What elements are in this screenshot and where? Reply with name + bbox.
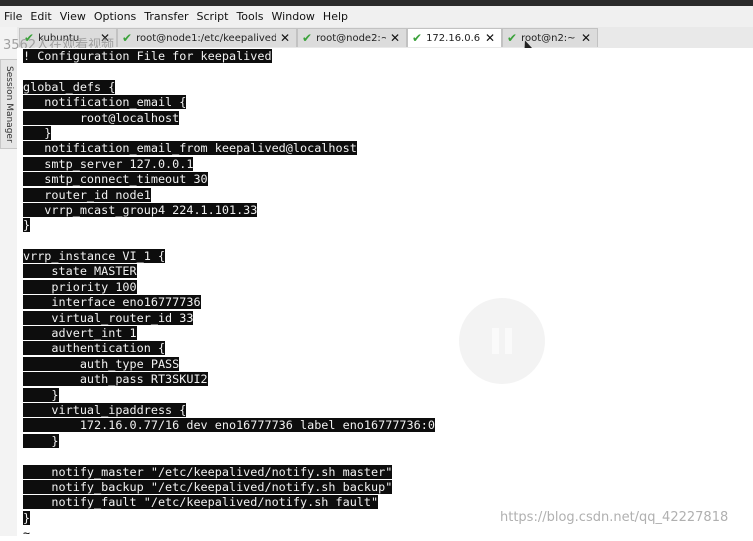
terminal-line: ! Configuration File for keepalived bbox=[23, 49, 272, 63]
terminal-line: advert_int 1 bbox=[23, 326, 137, 340]
terminal-line: router_id node1 bbox=[23, 188, 151, 202]
close-icon[interactable]: ✕ bbox=[390, 31, 400, 45]
terminal-line: state MASTER bbox=[23, 264, 137, 278]
terminal-line: auth_pass RT3SKUI2 bbox=[23, 372, 208, 386]
terminal-line: 172.16.0.77/16 dev eno16777736 label eno… bbox=[23, 418, 435, 432]
terminal-line: notify_backup "/etc/keepalived/notify.sh… bbox=[23, 480, 393, 494]
terminal-pane[interactable]: ! Configuration File for keepalived glob… bbox=[17, 48, 753, 540]
tab-label: 172.16.0.6 bbox=[426, 32, 481, 44]
menu-file[interactable]: File bbox=[0, 10, 26, 23]
menu-tools[interactable]: Tools bbox=[232, 10, 267, 23]
terminal-line: } bbox=[23, 388, 59, 402]
connected-check-icon: ✔ bbox=[302, 31, 313, 45]
connected-check-icon: ✔ bbox=[507, 31, 518, 45]
connected-check-icon: ✔ bbox=[122, 31, 133, 45]
menu-script[interactable]: Script bbox=[193, 10, 233, 23]
tab-node1[interactable]: ✔ root@node1:/etc/keepalived ✕ bbox=[117, 28, 297, 47]
session-manager-tab[interactable]: Session Manager bbox=[0, 59, 18, 149]
connected-check-icon: ✔ bbox=[412, 31, 423, 45]
terminal-line: authentication { bbox=[23, 341, 166, 355]
blog-url-watermark: https://blog.csdn.net/qq_42227818 bbox=[500, 510, 729, 525]
session-tab-bar: ✔ kubuntu ✕ ✔ root@node1:/etc/keepalived… bbox=[17, 27, 753, 49]
terminal-line: } bbox=[23, 126, 52, 140]
terminal-line: smtp_connect_timeout 30 bbox=[23, 172, 208, 186]
session-manager-label: Session Manager bbox=[4, 65, 14, 143]
terminal-line: vrrp_instance VI_1 { bbox=[23, 249, 166, 263]
terminal-line: auth_type PASS bbox=[23, 357, 180, 371]
terminal-line: notify_master "/etc/keepalived/notify.sh… bbox=[23, 465, 393, 479]
connected-check-icon: ✔ bbox=[24, 31, 35, 45]
menu-help[interactable]: Help bbox=[319, 10, 352, 23]
tab-label: kubuntu bbox=[38, 32, 80, 44]
menu-view[interactable]: View bbox=[56, 10, 90, 23]
terminal-line: notification_email_from keepalived@local… bbox=[23, 141, 357, 155]
terminal-line: interface eno16777736 bbox=[23, 295, 201, 309]
terminal-line: priority 100 bbox=[23, 280, 137, 294]
tab-kubuntu[interactable]: ✔ kubuntu ✕ bbox=[19, 28, 117, 47]
close-icon[interactable]: ✕ bbox=[100, 31, 110, 45]
tab-172-16-0-6[interactable]: ✔ 172.16.0.6 ✕ bbox=[407, 28, 502, 47]
terminal-line: } bbox=[23, 511, 31, 525]
close-icon[interactable]: ✕ bbox=[581, 31, 591, 45]
terminal-line: virtual_router_id 33 bbox=[23, 311, 194, 325]
terminal-line: vrrp_mcast_group4 224.1.101.33 bbox=[23, 203, 258, 217]
terminal-line: } bbox=[23, 434, 59, 448]
menu-options[interactable]: Options bbox=[90, 10, 140, 23]
terminal-line: notification_email { bbox=[23, 95, 187, 109]
video-pause-overlay-icon[interactable] bbox=[459, 298, 545, 384]
menu-edit[interactable]: Edit bbox=[26, 10, 55, 23]
terminal-line: } bbox=[23, 218, 31, 232]
menu-bar: File Edit View Options Transfer Script T… bbox=[0, 6, 753, 27]
tab-label: root@node2:~ bbox=[316, 32, 386, 44]
tab-node2[interactable]: ✔ root@node2:~ ✕ bbox=[297, 28, 407, 47]
menu-transfer[interactable]: Transfer bbox=[140, 10, 192, 23]
close-icon[interactable]: ✕ bbox=[280, 31, 290, 45]
terminal-line: notify_fault "/etc/keepalived/notify.sh … bbox=[23, 495, 379, 509]
close-icon[interactable]: ✕ bbox=[485, 31, 495, 45]
session-sidebar: Session Manager bbox=[0, 27, 18, 536]
terminal-line: virtual_ipaddress { bbox=[23, 403, 187, 417]
terminal-line: ~ bbox=[23, 526, 31, 540]
terminal-line: global_defs { bbox=[23, 80, 116, 94]
terminal-line: smtp_server 127.0.0.1 bbox=[23, 157, 194, 171]
tab-n2[interactable]: ✔ root@n2:~ ✕ bbox=[502, 28, 598, 47]
terminal-line: root@localhost bbox=[23, 111, 180, 125]
menu-window[interactable]: Window bbox=[268, 10, 319, 23]
tab-label: root@node1:/etc/keepalived bbox=[136, 32, 276, 44]
